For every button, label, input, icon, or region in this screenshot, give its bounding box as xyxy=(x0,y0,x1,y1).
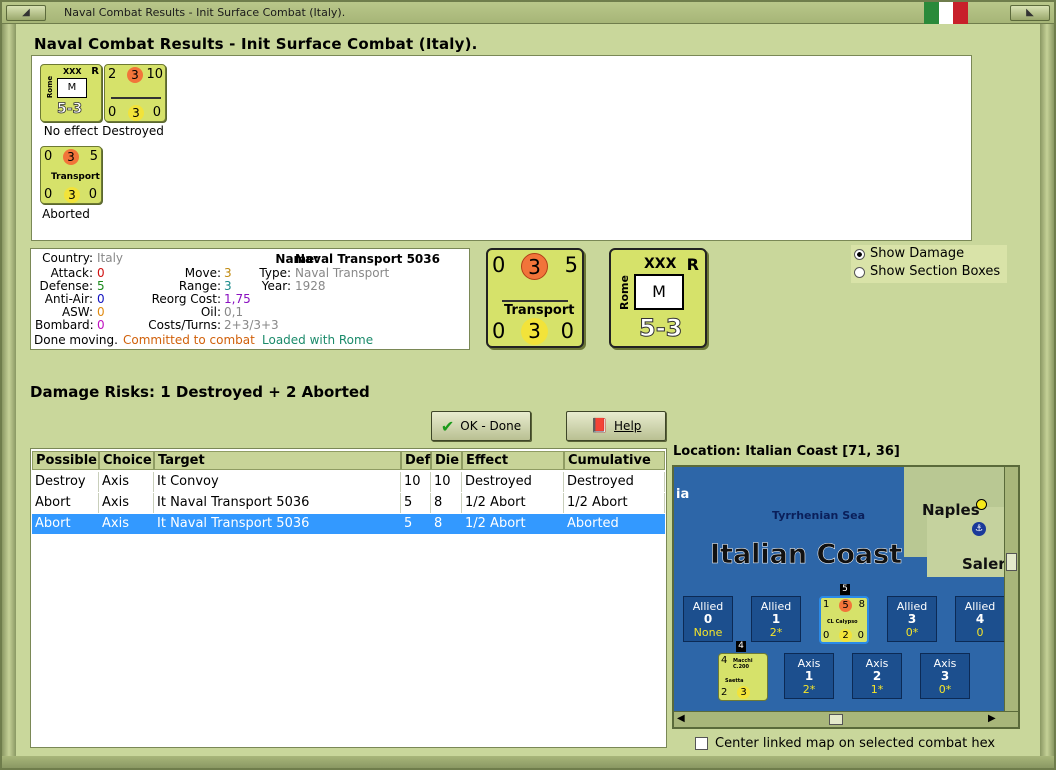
checkbox-icon[interactable] xyxy=(695,737,708,750)
unit-counter-convoy[interactable]: 2 3 10 0 3 0 xyxy=(104,64,166,122)
unit-caption-destroyed: Destroyed xyxy=(102,124,164,138)
book-icon: 📕 xyxy=(590,418,609,434)
show-damage-radio[interactable]: Show Damage xyxy=(851,245,1007,263)
city-marker-icon xyxy=(976,499,987,510)
unit-info-panel: Country: Italy Attack: 0 Defense: 5 Anti… xyxy=(30,248,470,350)
unit-caption-aborted: Aborted xyxy=(42,207,90,221)
map-horizontal-thumb[interactable] xyxy=(829,714,843,725)
axis-section-3[interactable]: Axis 3 0* xyxy=(920,653,970,699)
ship-counter-calypso[interactable]: 1 5 8 CL Calypso 0 2 0 xyxy=(819,596,869,644)
center-map-checkbox[interactable]: Center linked map on selected combat hex xyxy=(695,736,995,751)
allied-section-3[interactable]: Allied 3 0* xyxy=(887,596,937,642)
axis-section-1[interactable]: Axis 1 2* xyxy=(784,653,834,699)
display-options: Show Damage Show Section Boxes xyxy=(851,245,1007,283)
italy-flag-icon xyxy=(924,2,969,24)
bottom-frame xyxy=(2,756,1054,768)
col-target[interactable]: Target xyxy=(154,451,401,470)
damage-risks: Damage Risks: 1 Destroyed + 2 Aborted xyxy=(30,383,370,401)
corps-counter-large: XXX R Rome M 5-3 xyxy=(609,248,707,348)
col-def[interactable]: Def xyxy=(401,451,431,470)
scroll-left-icon[interactable]: ◀ xyxy=(677,713,685,724)
help-button[interactable]: 📕 Help xyxy=(566,411,666,441)
allied-section-4[interactable]: Allied 4 0 xyxy=(955,596,1005,642)
col-cumulative[interactable]: Cumulative xyxy=(564,451,665,470)
table-row[interactable]: Abort Axis It Naval Transport 5036 5 8 1… xyxy=(32,493,665,513)
radio-empty-icon xyxy=(854,267,865,278)
transport-counter-large: 0 3 5 Transport 0 3 0 xyxy=(486,248,584,348)
motorized-unit-icon: M xyxy=(634,274,684,310)
anchor-port-icon: ⚓ xyxy=(972,522,986,536)
scroll-right-icon[interactable]: ▶ xyxy=(988,713,996,724)
unit-counter-rome[interactable]: XXX R Rome M 5-3 xyxy=(40,64,102,122)
table-row[interactable]: Destroy Axis It Convoy 10 10 Destroyed D… xyxy=(32,472,665,492)
left-frame xyxy=(2,24,16,756)
col-effect[interactable]: Effect xyxy=(462,451,564,470)
unit-results-pane: XXX R Rome M 5-3 No effect 2 3 10 0 3 0 … xyxy=(31,55,972,241)
dialog-window: ◢ Naval Combat Results - Init Surface Co… xyxy=(0,0,1056,770)
table-row-selected[interactable]: Abort Axis It Naval Transport 5036 5 8 1… xyxy=(32,514,665,534)
axis-section-2[interactable]: Axis 2 1* xyxy=(852,653,902,699)
location-label: Location: Italian Coast [71, 36] xyxy=(673,444,900,459)
map-horizontal-scrollbar[interactable]: ◀ ▶ xyxy=(674,711,1018,727)
unit-counter-transport[interactable]: 0 3 5 Transport 0 3 0 xyxy=(40,146,102,204)
collapse-button[interactable]: ◢ xyxy=(6,5,46,21)
map-vertical-thumb[interactable] xyxy=(1006,553,1017,571)
radio-selected-icon xyxy=(854,249,865,260)
close-window-button[interactable]: ◣ xyxy=(1010,5,1050,21)
checkmark-icon: ✔ xyxy=(440,416,455,436)
title-bar[interactable]: ◢ Naval Combat Results - Init Surface Co… xyxy=(2,2,1054,24)
allied-section-0[interactable]: Allied 0 None xyxy=(683,596,733,642)
table-header: Possible Choice Target Def Die Effect Cu… xyxy=(32,451,665,470)
col-die[interactable]: Die xyxy=(431,451,462,470)
col-possible[interactable]: Possible xyxy=(32,451,99,470)
transport-ship-icon xyxy=(502,286,568,302)
right-frame xyxy=(1040,24,1054,756)
show-section-boxes-radio[interactable]: Show Section Boxes xyxy=(851,263,1007,281)
combat-results-table: Possible Choice Target Def Die Effect Cu… xyxy=(30,448,667,748)
location-map[interactable]: ia Tyrrhenian Sea Naples ⚓ Saler Italian… xyxy=(672,465,1020,729)
plane-counter-macchi[interactable]: 4 Macchi C.200 Saetta 2 3 xyxy=(718,653,768,701)
motorized-symbol-icon: M xyxy=(57,78,87,98)
col-choice[interactable]: Choice xyxy=(99,451,154,470)
ship-silhouette-icon xyxy=(111,87,161,99)
allied-section-1[interactable]: Allied 1 2* xyxy=(751,596,801,642)
page-title: Naval Combat Results - Init Surface Comb… xyxy=(34,35,478,53)
window-title: Naval Combat Results - Init Surface Comb… xyxy=(64,6,346,19)
map-vertical-scrollbar[interactable] xyxy=(1004,467,1018,711)
ok-done-button[interactable]: ✔ OK - Done xyxy=(431,411,531,441)
